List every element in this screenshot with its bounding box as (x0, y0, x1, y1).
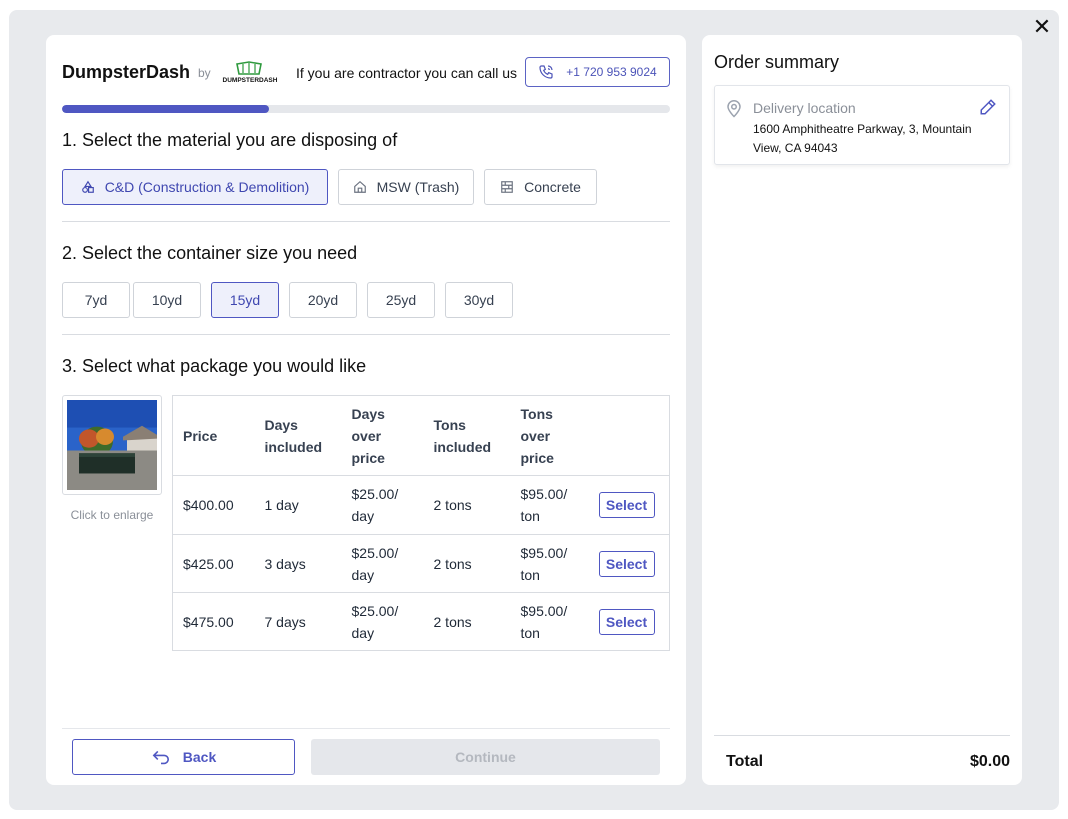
material-cd-button[interactable]: C&D (Construction & Demolition) (62, 169, 328, 205)
brand-by: by (198, 66, 211, 80)
cell-tons: 2 tons (423, 534, 511, 593)
material-msw-label: MSW (Trash) (376, 179, 460, 195)
cell-days: 7 days (254, 592, 342, 651)
material-msw-button[interactable]: MSW (Trash) (338, 169, 474, 205)
brand-name: DumpsterDash (62, 62, 191, 82)
cell-price: $475.00 (172, 592, 255, 651)
progress-bar (62, 105, 670, 113)
step1-title: 1. Select the material you are disposing… (62, 130, 398, 150)
size-25yd-button[interactable]: 25yd (367, 282, 435, 318)
cell-tons-over: $95.00/ ton (510, 475, 589, 535)
map-pin-icon (727, 100, 741, 118)
close-icon[interactable]: ✕ (1031, 17, 1053, 39)
total-divider (714, 735, 1010, 736)
step2-title: 2. Select the container size you need (62, 243, 358, 263)
cell-days: 1 day (254, 475, 342, 535)
house-icon (353, 180, 366, 193)
back-label: Back (182, 749, 217, 765)
col-header-tons-over: Tons over price (520, 405, 554, 466)
cell-tons-over: $95.00/ ton (510, 592, 589, 651)
dumpster-photo[interactable] (62, 395, 162, 495)
material-concrete-label: Concrete (524, 179, 581, 195)
section-divider (62, 221, 670, 222)
table-row: $475.00 7 days $25.00/ day 2 tons $95.00… (172, 592, 670, 651)
continue-button: Continue (311, 739, 660, 775)
cell-price: $425.00 (172, 534, 255, 593)
col-header-action (589, 396, 670, 476)
select-package-button[interactable]: Select (598, 492, 655, 518)
cell-tons: 2 tons (423, 592, 511, 651)
table-row: $425.00 3 days $25.00/ day 2 tons $95.00… (172, 534, 670, 593)
back-arrow-icon (152, 750, 169, 765)
total-label: Total (726, 753, 764, 770)
col-header-tons-included: Tons included (433, 416, 492, 455)
call-phone-button[interactable]: +1 720 953 9024 (525, 57, 670, 87)
cell-days-over: $25.00/ day (341, 475, 424, 535)
col-header-days-included: Days included (264, 416, 323, 455)
col-header-price: Price (183, 427, 218, 444)
cell-action: Select (588, 534, 670, 593)
size-10yd-button[interactable]: 10yd (133, 282, 201, 318)
footer-divider (62, 728, 670, 729)
table-row: $400.00 1 day $25.00/ day 2 tons $95.00/… (172, 475, 670, 535)
dumpsterdash-logo: DUMPSTERDASH (219, 60, 281, 84)
select-package-button[interactable]: Select (598, 608, 655, 635)
click-to-enlarge-text: Click to enlarge (70, 508, 154, 522)
size-30yd-button[interactable]: 30yd (445, 282, 513, 318)
order-summary-title: Order summary (714, 52, 840, 72)
delivery-address: 1600 Amphitheatre Parkway, 3, Mountain V… (753, 122, 972, 155)
section-divider (62, 334, 670, 335)
step3-title: 3. Select what package you would like (62, 356, 367, 376)
col-header-days-over: Days over price (351, 405, 385, 466)
delivery-location-label: Delivery location (753, 100, 856, 116)
cell-tons-over: $95.00/ ton (510, 534, 589, 593)
order-form-panel: DumpsterDash by DUMPSTERDASH If you are … (46, 35, 686, 785)
cell-days-over: $25.00/ day (341, 592, 424, 651)
cell-days-over: $25.00/ day (341, 534, 424, 593)
bricks-icon (501, 181, 513, 193)
size-15yd-button[interactable]: 15yd (211, 282, 279, 318)
back-button[interactable]: Back (72, 739, 295, 775)
cell-price: $400.00 (172, 475, 255, 535)
cell-days: 3 days (254, 534, 342, 593)
shapes-icon (81, 180, 94, 193)
cell-action: Select (588, 475, 670, 535)
cell-tons: 2 tons (423, 475, 511, 535)
cell-action: Select (588, 592, 670, 651)
material-cd-label: C&D (Construction & Demolition) (104, 179, 310, 195)
pencil-icon[interactable] (979, 98, 997, 116)
material-concrete-button[interactable]: Concrete (484, 169, 597, 205)
size-7yd-button[interactable]: 7yd (62, 282, 130, 318)
order-summary-panel: Order summary Delivery location 1600 Amp… (702, 35, 1022, 785)
select-package-button[interactable]: Select (598, 550, 655, 577)
phone-number: +1 720 953 9024 (566, 65, 657, 79)
table-header-row: Price Days included Days over price Tons… (173, 396, 670, 476)
size-20yd-button[interactable]: 20yd (289, 282, 357, 318)
package-table: Price Days included Days over price Tons… (172, 395, 670, 651)
phone-icon (539, 65, 553, 79)
delivery-location-card: Delivery location 1600 Amphitheatre Park… (714, 85, 1010, 165)
total-value: $0.00 (969, 753, 1010, 770)
progress-fill (62, 105, 269, 113)
logo-wordmark: DUMPSTERDASH (223, 77, 278, 84)
contractor-call-text: If you are contractor you can call us (296, 65, 517, 81)
